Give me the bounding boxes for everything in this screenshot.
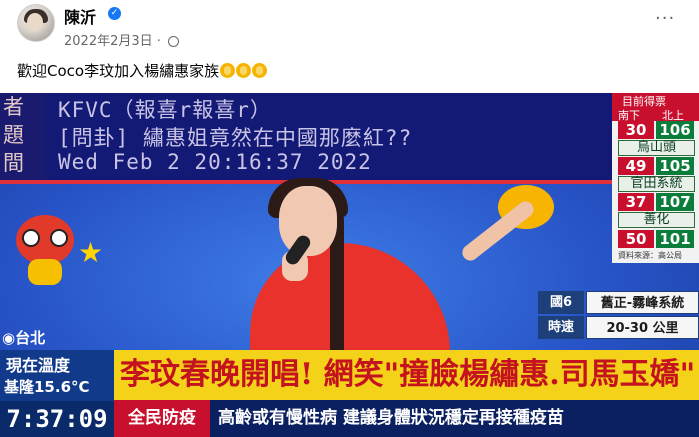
post-header: 陳沂 ✓ 2022年2月3日 · ··· xyxy=(0,0,699,52)
ptt-label: 者 xyxy=(3,95,24,119)
lion-body xyxy=(28,259,62,285)
avatar-face xyxy=(27,13,43,31)
ptt-label: 間 xyxy=(3,151,24,175)
more-icon[interactable]: ··· xyxy=(655,8,675,29)
separator: · xyxy=(156,34,161,49)
speed-label: 時速 xyxy=(538,316,584,339)
post-date[interactable]: 2022年2月3日 xyxy=(64,34,153,49)
weather-title: 現在溫度 xyxy=(6,356,71,375)
ptt-screen: 者 題 間 KFVC（報喜r報喜r） [問卦] 繡惠姐竟然在中國那麼紅?? We… xyxy=(0,93,612,180)
road-label: 國6 xyxy=(538,291,584,314)
traffic-speed-row: 時速 20-30 公里 xyxy=(538,316,699,339)
lion-eye xyxy=(22,229,40,247)
northbound-speed: 101 xyxy=(656,230,694,248)
southbound-speed: 30 xyxy=(618,121,654,139)
ptt-time-line: Wed Feb 2 20:16:37 2022 xyxy=(58,150,372,174)
speed-row: 37 107 xyxy=(618,193,695,211)
caption-text: 歡迎Coco李玟加入楊繡惠家族 xyxy=(17,62,220,80)
verified-badge-icon: ✓ xyxy=(108,7,121,20)
clock: 7:37:09 xyxy=(0,401,114,437)
section-name: 烏山頭 xyxy=(618,140,695,156)
northbound-speed: 106 xyxy=(656,121,694,139)
data-source: 資料來源：高公局 xyxy=(618,251,682,260)
weather-box: 現在溫度 基隆15.6°C 7:37:09 xyxy=(0,350,114,437)
weather-value: 基隆15.6°C xyxy=(4,378,90,396)
northbound-speed: 107 xyxy=(656,193,694,211)
globe-icon xyxy=(168,36,180,47)
ticker-text: 高齡或有慢性病 建議身體狀況穩定再接種疫苗 xyxy=(218,408,564,428)
clap-emoji-icon xyxy=(252,63,268,78)
news-ticker: 全民防疫 高齡或有慢性病 建議身體狀況穩定再接種疫苗 xyxy=(114,400,699,437)
southbound-speed: 50 xyxy=(618,230,654,248)
clap-emoji-icon xyxy=(236,63,252,78)
southbound-speed: 49 xyxy=(618,157,654,175)
traffic-info-box: 國6 舊正-霧峰系統 時速 20-30 公里 xyxy=(538,291,699,341)
section-name: 善化 xyxy=(618,212,695,228)
road-value: 舊正-霧峰系統 xyxy=(586,291,699,314)
section-name: 官田系統 xyxy=(618,176,695,192)
news-headline: 李玟春晚開唱! 網笑"撞臉楊繡惠.司馬玉嬌" xyxy=(114,350,699,400)
ptt-left-labels: 者 題 間 xyxy=(0,93,45,180)
southbound-speed: 37 xyxy=(618,193,654,211)
ptt-label: 題 xyxy=(3,123,24,147)
ptt-title-line: [問卦] 繡惠姐竟然在中國那麼紅?? xyxy=(58,126,413,150)
speed-row: 30 106 xyxy=(618,121,695,139)
traffic-speed-panel: 目前得票 南下 北上 30 106 烏山頭 49 105 官田系統 37 107… xyxy=(612,93,699,263)
speed-row: 49 105 xyxy=(618,157,695,175)
clap-emoji-icon xyxy=(220,63,236,78)
lion-eye xyxy=(50,229,68,247)
post-meta: 2022年2月3日 · xyxy=(64,30,180,49)
ptt-author-line: KFVC（報喜r報喜r） xyxy=(58,98,272,122)
location-label: ◉台北 xyxy=(2,329,46,347)
ticker-badge: 全民防疫 xyxy=(114,400,210,437)
northbound-speed: 105 xyxy=(656,157,694,175)
author-name[interactable]: 陳沂 xyxy=(64,4,96,28)
traffic-road-row: 國6 舊正-霧峰系統 xyxy=(538,291,699,314)
avatar[interactable] xyxy=(17,4,55,42)
post-caption: 歡迎Coco李玟加入楊繡惠家族 xyxy=(17,60,268,81)
panel-header: 目前得票 南下 北上 xyxy=(612,93,699,122)
lion-mascot-icon xyxy=(10,211,82,291)
speed-value: 20-30 公里 xyxy=(586,316,699,339)
video-frame[interactable]: 者 題 間 KFVC（報喜r報喜r） [問卦] 繡惠姐竟然在中國那麼紅?? We… xyxy=(0,93,699,437)
star-icon: ★ xyxy=(78,236,104,269)
speed-row: 50 101 xyxy=(618,230,695,248)
